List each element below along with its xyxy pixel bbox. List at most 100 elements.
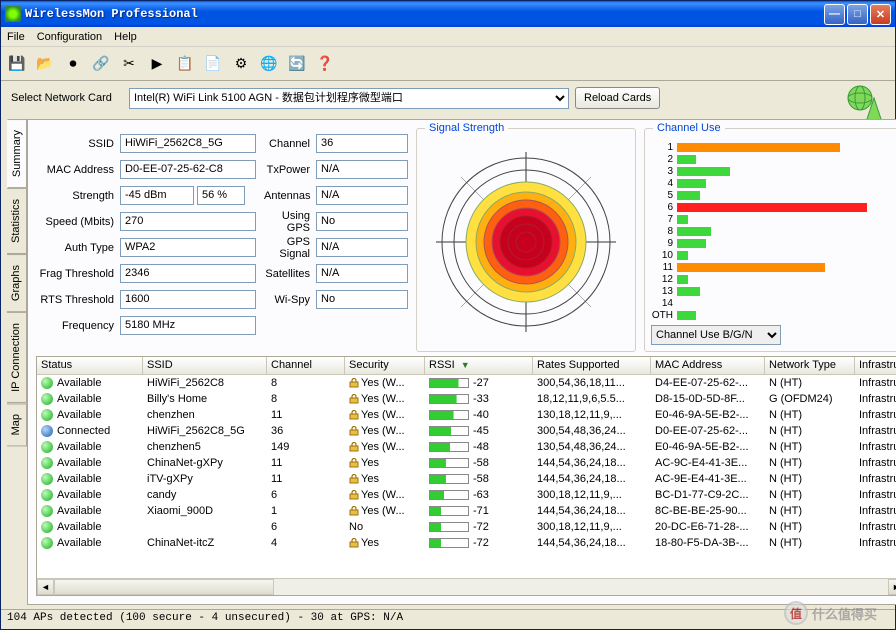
channel-bar-row: 11 bbox=[651, 261, 896, 273]
channel-bar bbox=[677, 155, 696, 164]
table-row[interactable]: Availablechenzhen5149Yes (W...-48130,54,… bbox=[37, 439, 896, 455]
freq-value: 5180 MHz bbox=[120, 316, 256, 335]
signal-strength-box: Signal Strength bbox=[416, 128, 636, 352]
reload-cards-button[interactable]: Reload Cards bbox=[575, 87, 660, 109]
channel-bar-row: 3 bbox=[651, 165, 896, 177]
strength-value: -45 dBm bbox=[120, 186, 194, 205]
scroll-left-button[interactable]: ◄ bbox=[37, 579, 54, 595]
menu-file[interactable]: File bbox=[7, 31, 25, 43]
channel-use-select[interactable]: Channel Use B/G/N bbox=[651, 325, 781, 345]
channel-bar-row: 2 bbox=[651, 153, 896, 165]
channel-bar-row: 9 bbox=[651, 237, 896, 249]
channel-label: Channel bbox=[264, 138, 316, 150]
rssi-bar-icon bbox=[429, 426, 469, 436]
column-header[interactable]: Rates Supported bbox=[533, 357, 651, 374]
window-title: WirelessMon Professional bbox=[25, 7, 822, 21]
titlebar: WirelessMon Professional — □ ✕ bbox=[1, 1, 895, 27]
column-header[interactable]: Security bbox=[345, 357, 425, 374]
rssi-bar-icon bbox=[429, 442, 469, 452]
column-header[interactable]: Channel bbox=[267, 357, 345, 374]
scroll-thumb[interactable] bbox=[54, 579, 274, 595]
refresh-icon[interactable]: 🔄 bbox=[285, 52, 309, 76]
wispy-label: Wi-Spy bbox=[264, 294, 316, 306]
status-dot-icon bbox=[41, 441, 53, 453]
radar-icon bbox=[436, 152, 616, 332]
gps-value: No bbox=[316, 212, 408, 231]
table-row[interactable]: Availablechenzhen11Yes (W...-40130,18,12… bbox=[37, 407, 896, 423]
channel-bar-row: 12 bbox=[651, 273, 896, 285]
menu-help[interactable]: Help bbox=[114, 31, 137, 43]
minimize-button[interactable]: — bbox=[824, 4, 845, 25]
table-row[interactable]: AvailableHiWiFi_2562C88Yes (W...-27300,5… bbox=[37, 375, 896, 391]
rssi-bar-icon bbox=[429, 394, 469, 404]
open-icon[interactable]: 📂 bbox=[33, 52, 57, 76]
txpower-label: TxPower bbox=[264, 164, 316, 176]
close-button[interactable]: ✕ bbox=[870, 4, 891, 25]
channel-bar-label: 3 bbox=[651, 166, 677, 177]
rssi-bar-icon bbox=[429, 458, 469, 468]
channel-bar-row: 14 bbox=[651, 297, 896, 309]
tab-graphs[interactable]: Graphs bbox=[7, 254, 27, 312]
table-row[interactable]: AvailableChinaNet-gXPy11Yes-58144,54,36,… bbox=[37, 455, 896, 471]
save-icon[interactable]: 💾 bbox=[5, 52, 29, 76]
column-header[interactable]: Network Type bbox=[765, 357, 855, 374]
channel-bar bbox=[677, 275, 688, 284]
options-icon[interactable]: ⚙ bbox=[229, 52, 253, 76]
table-row[interactable]: AvailableXiaomi_900D1Yes (W...-71144,54,… bbox=[37, 503, 896, 519]
record-icon[interactable]: ⏺ bbox=[61, 52, 85, 76]
horizontal-scrollbar[interactable]: ◄ ► bbox=[37, 578, 896, 595]
column-header[interactable]: Infrastru bbox=[855, 357, 896, 374]
channel-bar bbox=[677, 287, 700, 296]
table-row[interactable]: AvailableBilly's Home8Yes (W...-3318,12,… bbox=[37, 391, 896, 407]
channel-bar-label: 1 bbox=[651, 142, 677, 153]
tab-ip-connection[interactable]: IP Connection bbox=[7, 312, 27, 403]
column-header[interactable]: MAC Address bbox=[651, 357, 765, 374]
column-header[interactable]: Status bbox=[37, 357, 143, 374]
play-icon[interactable]: ▶ bbox=[145, 52, 169, 76]
channel-bar bbox=[677, 191, 700, 200]
rts-label: RTS Threshold bbox=[36, 294, 120, 306]
tab-map[interactable]: Map bbox=[7, 403, 27, 446]
antennas-value: N/A bbox=[316, 186, 408, 205]
table-row[interactable]: ConnectedHiWiFi_2562C8_5G36Yes (W...-453… bbox=[37, 423, 896, 439]
help-icon[interactable]: ❓ bbox=[313, 52, 337, 76]
table-row[interactable]: AvailableiTV-gXPy11Yes-58144,54,36,24,18… bbox=[37, 471, 896, 487]
table-row[interactable]: Available6No-72300,18,12,11,9,...20-DC-E… bbox=[37, 519, 896, 535]
speed-label: Speed (Mbits) bbox=[36, 216, 120, 228]
status-dot-icon bbox=[41, 521, 53, 533]
channel-bar-label: 8 bbox=[651, 226, 677, 237]
frag-label: Frag Threshold bbox=[36, 268, 120, 280]
rssi-bar-icon bbox=[429, 522, 469, 532]
channel-bar-row: 8 bbox=[651, 225, 896, 237]
channel-bar bbox=[677, 263, 825, 272]
channel-bar bbox=[677, 179, 706, 188]
status-dot-icon bbox=[41, 409, 53, 421]
channel-bar-row: 10 bbox=[651, 249, 896, 261]
watermark-badge: 值 bbox=[784, 601, 808, 625]
column-header[interactable]: RSSI ▼ bbox=[425, 357, 533, 374]
disconnect-icon[interactable]: ✂ bbox=[117, 52, 141, 76]
log-icon[interactable]: 📋 bbox=[173, 52, 197, 76]
scroll-right-button[interactable]: ► bbox=[888, 579, 896, 595]
table-row[interactable]: AvailableChinaNet-itcZ4Yes-72144,54,36,2… bbox=[37, 535, 896, 551]
connect-icon[interactable]: 🔗 bbox=[89, 52, 113, 76]
tab-statistics[interactable]: Statistics bbox=[7, 188, 27, 254]
status-bar: 104 APs detected (100 secure - 4 unsecur… bbox=[1, 609, 895, 629]
maximize-button[interactable]: □ bbox=[847, 4, 868, 25]
column-header[interactable]: SSID bbox=[143, 357, 267, 374]
menu-config[interactable]: Configuration bbox=[37, 31, 102, 43]
table-row[interactable]: Availablecandy6Yes (W...-63300,18,12,11,… bbox=[37, 487, 896, 503]
watermark: 值 什么值得买 bbox=[784, 598, 894, 628]
globe-icon[interactable]: 🌐 bbox=[257, 52, 281, 76]
channel-bar-label: 9 bbox=[651, 238, 677, 249]
summary-panel: SSIDHiWiFi_2562C8_5G MAC AddressD0-EE-07… bbox=[27, 119, 896, 605]
freq-label: Frequency bbox=[36, 320, 120, 332]
copy-icon[interactable]: 📄 bbox=[201, 52, 225, 76]
channel-title: Channel Use bbox=[653, 122, 725, 134]
txpower-value: N/A bbox=[316, 160, 408, 179]
tab-summary[interactable]: Summary bbox=[7, 119, 27, 188]
rssi-bar-icon bbox=[429, 474, 469, 484]
channel-bar-row: 1 bbox=[651, 141, 896, 153]
network-card-select[interactable]: Intel(R) WiFi Link 5100 AGN - 数据包计划程序微型端… bbox=[129, 88, 569, 109]
auth-value: WPA2 bbox=[120, 238, 256, 257]
